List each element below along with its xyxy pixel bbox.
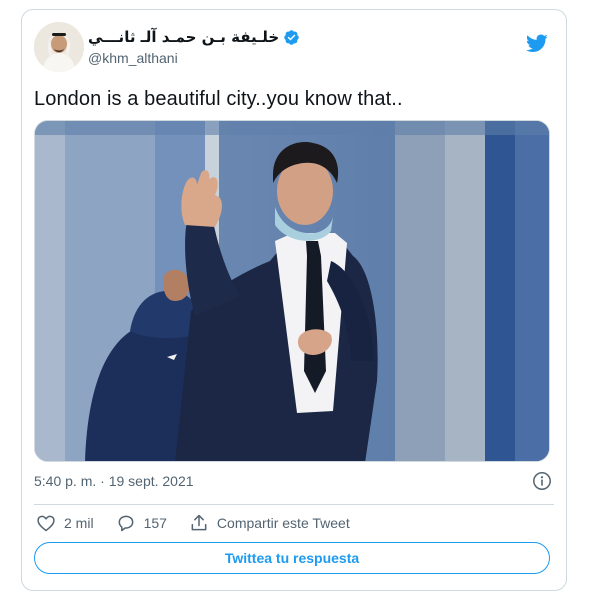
reply-count: 157 [143, 515, 167, 531]
tweet-header: خلـيفة بـن حمـد آلـ ثانـــي @khm_althani [34, 20, 554, 74]
tweet-text: London is a beautiful city..you know tha… [34, 88, 403, 110]
account-names: خلـيفة بـن حمـد آلـ ثانـــي @khm_althani [88, 26, 300, 66]
like-count: 2 mil [64, 515, 94, 531]
tweet-embed-card: خلـيفة بـن حمـد آلـ ثانـــي @khm_althani… [21, 9, 567, 591]
share-icon [191, 514, 207, 531]
reply-cta-button[interactable]: Twittea tu respuesta [34, 542, 550, 574]
twitter-bird-icon[interactable] [524, 32, 550, 54]
share-label: Compartir este Tweet [216, 515, 350, 531]
reply-button[interactable]: 157 [116, 513, 167, 533]
share-button[interactable]: Compartir este Tweet [189, 513, 350, 533]
tweet-photo[interactable] [34, 120, 550, 462]
heart-icon [37, 515, 55, 532]
info-icon[interactable] [532, 471, 552, 491]
tweet-timestamp[interactable]: 5:40 p. m. · 19 sept. 2021 [34, 473, 194, 489]
like-button[interactable]: 2 mil [36, 513, 94, 533]
display-name[interactable]: خلـيفة بـن حمـد آلـ ثانـــي [88, 28, 279, 46]
account-handle[interactable]: @khm_althani [88, 50, 300, 66]
verified-badge-icon [283, 29, 300, 46]
display-name-row[interactable]: خلـيفة بـن حمـد آلـ ثانـــي [88, 26, 300, 48]
tweet-actions: 2 mil 157 Compartir este Tweet [36, 512, 372, 534]
speech-bubble-icon [118, 515, 133, 532]
avatar[interactable] [34, 22, 84, 72]
divider [34, 504, 554, 505]
